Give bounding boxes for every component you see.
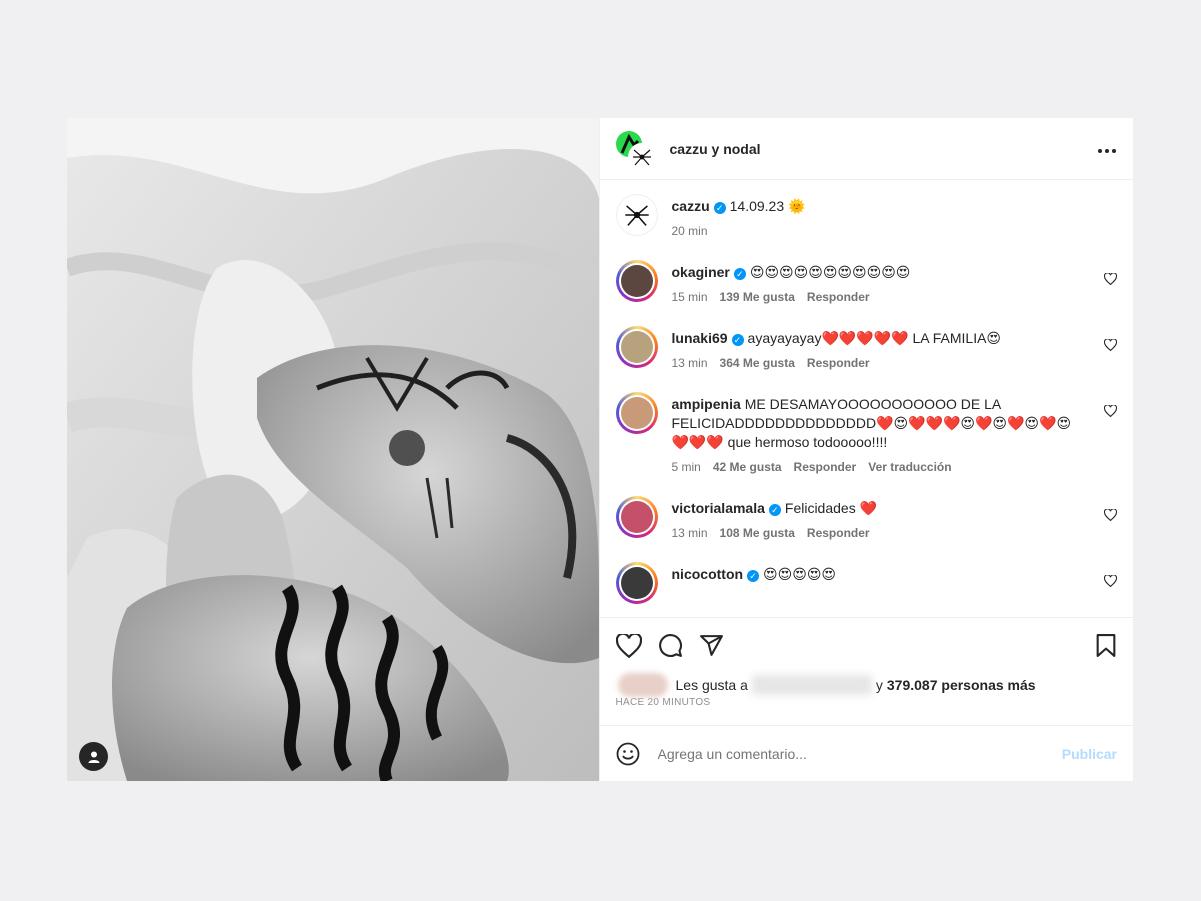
reply-button[interactable]: Responder xyxy=(807,526,870,540)
spider-icon xyxy=(632,149,651,165)
post-actions xyxy=(599,617,1133,673)
verified-badge-icon: ✓ xyxy=(768,504,781,516)
comment-time[interactable]: 15 min xyxy=(672,290,708,304)
liker-avatars[interactable] xyxy=(617,673,668,697)
verified-badge-icon: ✓ xyxy=(731,334,744,346)
comment-avatar[interactable] xyxy=(615,260,658,302)
comment-avatar[interactable] xyxy=(615,326,658,368)
save-button[interactable] xyxy=(1095,633,1117,658)
post-photo[interactable] xyxy=(67,118,599,781)
likes-prefix: Les gusta a xyxy=(675,677,748,693)
comment-text: ayayayayay❤️❤️❤️❤️❤️ LA FAMILIA😍 xyxy=(747,330,1002,346)
like-comment-heart-icon[interactable] xyxy=(1104,405,1117,417)
collab-avatars[interactable] xyxy=(615,129,656,171)
user-tag-icon xyxy=(88,751,99,763)
comments-list[interactable]: cazzu ✓ 14.09.23 🌞 20 min okaginer ✓ 😍😍😍😍😍😍😍… xyxy=(600,180,1134,617)
comment-item: okaginer ✓ 😍😍😍😍😍😍😍😍😍😍😍 15 min 139 Me gusta R… xyxy=(615,260,1117,304)
comment-button[interactable] xyxy=(658,633,683,658)
post-sidebar: cazzu y nodal cazzu ✓ 14.09.23 🌞 20 min … xyxy=(598,118,1134,781)
post-image xyxy=(67,118,599,781)
more-icon xyxy=(1098,149,1116,153)
reply-button[interactable]: Responder xyxy=(794,460,857,474)
comment-item: nicocotton ✓ 😍😍😍😍😍 xyxy=(615,562,1117,604)
bookmark-icon xyxy=(1096,634,1116,657)
comment-avatar[interactable] xyxy=(615,496,658,538)
reply-button[interactable]: Responder xyxy=(807,290,870,304)
share-icon xyxy=(699,635,723,656)
comment-username[interactable]: okaginer xyxy=(672,264,730,280)
likes-section: Les gusta a y 379.087 personas más HACE … xyxy=(600,673,1134,725)
comment-item: victorialamala ✓ Felicidades ❤️ 13 min 108 … xyxy=(615,496,1117,540)
caption: cazzu ✓ 14.09.23 🌞 20 min xyxy=(615,194,1118,238)
comment-time[interactable]: 5 min xyxy=(672,460,701,474)
emoji-icon xyxy=(616,742,639,765)
like-comment-heart-icon[interactable] xyxy=(1104,509,1117,521)
translate-button[interactable]: Ver traducción xyxy=(868,460,951,474)
comment-time[interactable]: 13 min xyxy=(672,526,708,540)
add-comment-bar: Publicar xyxy=(599,725,1133,781)
like-comment-heart-icon[interactable] xyxy=(1104,339,1117,351)
post-header: cazzu y nodal xyxy=(599,118,1133,180)
emoji-button[interactable] xyxy=(616,742,640,766)
caption-avatar[interactable] xyxy=(615,194,658,236)
heart-icon xyxy=(615,633,642,658)
publish-button[interactable]: Publicar xyxy=(1062,746,1117,762)
comment-likes[interactable]: 108 Me gusta xyxy=(720,526,795,540)
comment-likes[interactable]: 139 Me gusta xyxy=(720,290,795,304)
like-comment-heart-icon[interactable] xyxy=(1104,575,1117,587)
comment-avatar[interactable] xyxy=(615,392,658,434)
caption-time[interactable]: 20 min xyxy=(672,224,708,238)
reply-button[interactable]: Responder xyxy=(807,356,870,370)
share-button[interactable] xyxy=(699,633,724,658)
verified-badge-icon: ✓ xyxy=(733,268,746,280)
collab-avatar-2 xyxy=(627,142,656,171)
comment-likes[interactable]: 42 Me gusta xyxy=(713,460,782,474)
user-tag-button[interactable] xyxy=(79,742,108,771)
likes-count[interactable]: 379.087 personas más xyxy=(887,677,1036,693)
likes-suffix: y xyxy=(875,677,883,693)
more-options-button[interactable] xyxy=(1097,138,1117,159)
post-title[interactable]: cazzu y nodal xyxy=(670,141,1098,157)
comment-time[interactable]: 13 min xyxy=(672,356,708,370)
comment-text: Felicidades ❤️ xyxy=(784,500,878,516)
like-comment-heart-icon[interactable] xyxy=(1104,273,1117,285)
comment-avatar[interactable] xyxy=(615,562,658,604)
comment-username[interactable]: nicocotton xyxy=(672,566,744,582)
comment-likes[interactable]: 364 Me gusta xyxy=(720,356,795,370)
comment-input[interactable] xyxy=(655,744,1062,763)
caption-username[interactable]: cazzu xyxy=(672,198,710,214)
post-time-ago[interactable]: HACE 20 MINUTOS xyxy=(616,697,1118,708)
comment-username[interactable]: lunaki69 xyxy=(672,330,728,346)
comment-text: 😍😍😍😍😍😍😍😍😍😍😍 xyxy=(749,264,911,280)
spider-icon xyxy=(624,205,649,226)
comment-item: lunaki69 ✓ ayayayayay❤️❤️❤️❤️❤️ LA FAMILIA… xyxy=(615,326,1117,370)
instagram-post: cazzu y nodal cazzu ✓ 14.09.23 🌞 20 min … xyxy=(67,118,1133,781)
caption-text: 14.09.23 🌞 xyxy=(729,198,806,214)
comment-item: ampipenia ME DESAMAYOOOOOOOOOOO DE LA FEL… xyxy=(615,392,1117,474)
verified-badge-icon: ✓ xyxy=(713,202,726,214)
comment-username[interactable]: ampipenia xyxy=(672,396,741,412)
comment-username[interactable]: victorialamala xyxy=(672,500,765,516)
comment-text: 😍😍😍😍😍 xyxy=(763,566,837,582)
verified-badge-icon: ✓ xyxy=(747,570,760,582)
liker-name[interactable] xyxy=(751,675,872,695)
like-button[interactable] xyxy=(615,633,642,658)
comment-icon xyxy=(658,634,682,657)
